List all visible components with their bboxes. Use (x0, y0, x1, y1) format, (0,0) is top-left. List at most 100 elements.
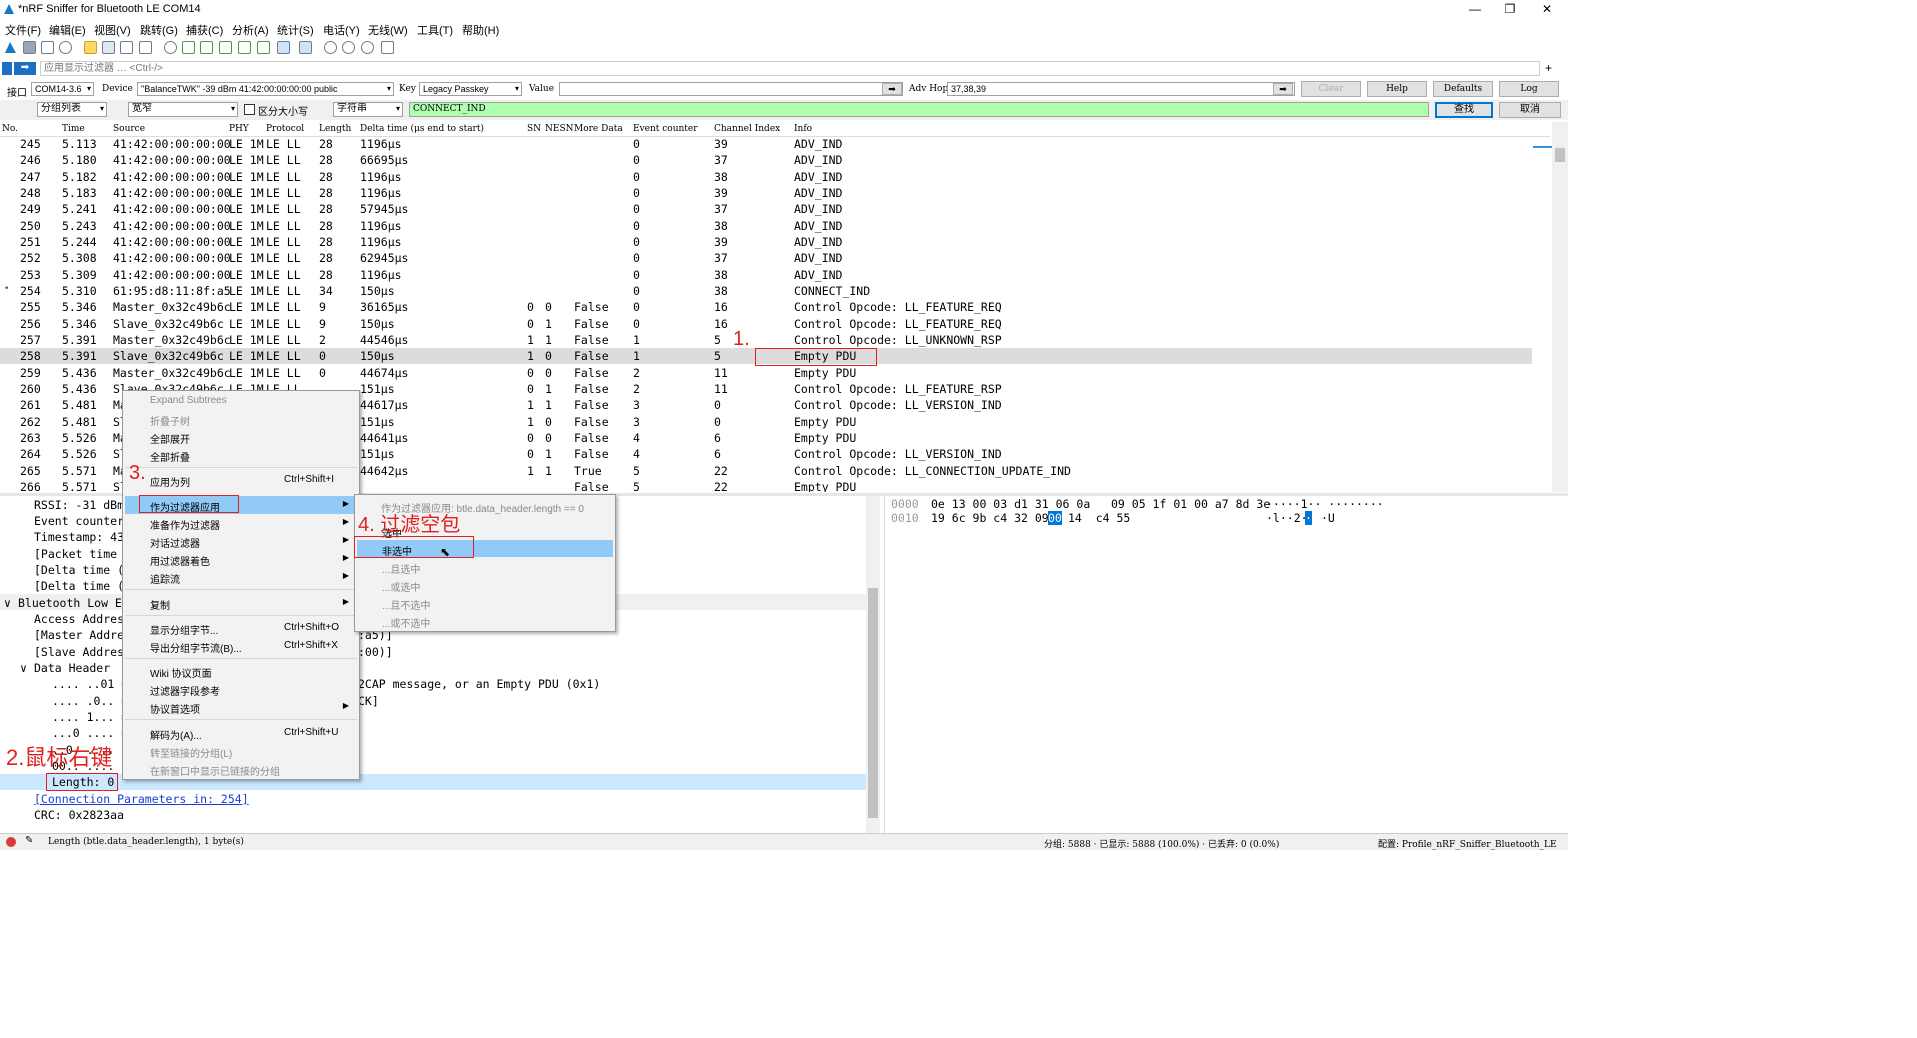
menu-expand-subtrees[interactable]: Expand Subtrees (150, 395, 227, 406)
col-no[interactable]: No. (2, 124, 18, 134)
adv-hop-apply-arrow-icon[interactable]: ➡ (1273, 83, 1293, 95)
menu-show-linked-packet-new-window[interactable]: 在新窗口中显示已链接的分组 (150, 763, 280, 778)
first-packet-icon[interactable] (238, 41, 251, 54)
menu-collapse-all[interactable]: 全部折叠 (150, 449, 190, 464)
detail-delta-end[interactable]: [Delta time ( (34, 563, 124, 577)
restart-capture-icon[interactable] (41, 41, 54, 54)
log-button[interactable]: Log (1499, 81, 1559, 97)
clear-button[interactable]: Clear (1301, 81, 1361, 97)
packet-row[interactable]: 249 5.241 41:42:00:00:00:00 LE 1M LE LL 28 579… (0, 201, 1532, 217)
adv-hop-input[interactable]: 37,38,39 (947, 82, 1295, 96)
detail-delta-start[interactable]: [Delta time (s (34, 579, 131, 593)
col-source[interactable]: Source (113, 124, 145, 134)
ble-ll-expand-icon[interactable]: ∨ (4, 596, 11, 610)
help-button[interactable]: Help (1367, 81, 1427, 97)
hex-ascii-selected[interactable]: · (1305, 511, 1312, 525)
char-width-select[interactable]: 宽窄 ▾ (128, 102, 238, 117)
detail-nesn-bits[interactable]: .... .0.. = (52, 694, 128, 708)
col-length[interactable]: Length (319, 124, 351, 134)
menu-collapse-subtrees[interactable]: 折叠子树 (150, 413, 190, 428)
detail-crc[interactable]: CRC: 0x2823aa (34, 808, 124, 822)
menu-filter-field-reference[interactable]: 过滤器字段参考 (150, 683, 220, 698)
close-file-icon[interactable] (120, 41, 133, 54)
display-filter-input[interactable] (40, 61, 1540, 76)
find-button[interactable]: 查找 (1435, 102, 1493, 118)
menu-go-to-linked-packet[interactable]: 转至链接的分组(L) (150, 745, 232, 760)
menu-prepare-as-filter[interactable]: 准备作为过滤器 (150, 517, 220, 532)
search-type-select[interactable]: 字符串 ▾ (333, 102, 403, 117)
col-more-data[interactable]: More Data (574, 124, 623, 134)
detail-llid-bits[interactable]: .... ..01 = (52, 677, 128, 691)
menu-export-packet-bytes[interactable]: 导出分组字节流(B)... (150, 640, 242, 655)
data-header-expand-icon[interactable]: ∨ (20, 661, 27, 675)
submenu-or-selected[interactable]: ...或选中 (382, 579, 420, 594)
packet-list-scroll-thumb[interactable] (1555, 148, 1565, 162)
defaults-button[interactable]: Defaults (1433, 81, 1493, 97)
case-sensitive-checkbox[interactable] (244, 104, 255, 115)
packet-row[interactable]: 252 5.308 41:42:00:00:00:00 LE 1M LE LL 28 629… (0, 250, 1532, 266)
hex-bytes-row2a[interactable]: 19 6c 9b c4 32 09 (931, 511, 1049, 525)
detail-access-address[interactable]: Access Address (34, 612, 131, 626)
menu-tools[interactable]: 工具(T) (417, 22, 453, 38)
col-time[interactable]: Time (62, 124, 85, 134)
packet-row[interactable]: 246 5.180 41:42:00:00:00:00 LE 1M LE LL 28 666… (0, 152, 1532, 168)
detail-packet-time[interactable]: [Packet time (34, 547, 117, 561)
detail-slave-address[interactable]: [Slave Addres (34, 645, 124, 659)
bookmark-icon[interactable] (2, 62, 12, 75)
detail-rssi[interactable]: RSSI: -31 dBm (34, 498, 124, 512)
col-sn[interactable]: SN (527, 124, 541, 134)
autoscroll-icon[interactable] (277, 41, 290, 54)
packet-row[interactable]: 255 5.346 Master_0x32c49b6c LE 1M LE LL 9 3616… (0, 299, 1532, 315)
search-text-input[interactable]: CONNECT_IND (409, 102, 1429, 117)
packet-row[interactable]: 250 5.243 41:42:00:00:00:00 LE 1M LE LL 28 119… (0, 218, 1532, 234)
hex-selected-byte[interactable]: 00 (1048, 511, 1062, 525)
detail-master-address[interactable]: [Master Addres (34, 628, 131, 642)
packet-row[interactable]: 248 5.183 41:42:00:00:00:00 LE 1M LE LL 28 119… (0, 185, 1532, 201)
menu-expand-all[interactable]: 全部展开 (150, 431, 190, 446)
save-file-icon[interactable] (102, 41, 115, 54)
go-to-packet-icon[interactable] (219, 41, 232, 54)
packet-row[interactable]: 257 5.391 Master_0x32c49b6c LE 1M LE LL 2 4454… (0, 332, 1532, 348)
resize-columns-icon[interactable] (381, 41, 394, 54)
menu-go[interactable]: 跳转(G) (140, 22, 178, 38)
menu-copy[interactable]: 复制 (150, 597, 170, 612)
edit-comment-icon[interactable]: ✎ (25, 835, 33, 846)
menu-edit[interactable]: 编辑(E) (49, 22, 86, 38)
menu-colorize-with-filter[interactable]: 用过滤器着色 (150, 553, 210, 568)
hex-ascii-row2b[interactable]: ·U (1321, 511, 1335, 525)
hex-bytes-row1[interactable]: 0e 13 00 03 d1 31 06 0a 09 05 1f 01 00 a… (931, 497, 1270, 511)
minimize-button[interactable]: — (1458, 0, 1492, 19)
add-filter-button[interactable]: + (1545, 61, 1552, 75)
restore-button[interactable]: ❐ (1493, 0, 1527, 19)
col-info[interactable]: Info (794, 124, 812, 134)
find-packet-icon[interactable] (164, 41, 177, 54)
detail-md-bits[interactable]: ...0 .... = (52, 726, 128, 740)
col-delta[interactable]: Delta time (μs end to start) (360, 124, 484, 134)
hex-ascii-row1[interactable]: ·····1·· ········ (1266, 497, 1384, 511)
col-nesn[interactable]: NESN (545, 124, 574, 134)
interface-select[interactable]: COM14-3.6 ▾ (31, 82, 94, 96)
menu-help[interactable]: 帮助(H) (462, 22, 499, 38)
go-forward-icon[interactable] (200, 41, 213, 54)
menu-wireless[interactable]: 无线(W) (368, 22, 408, 38)
last-packet-icon[interactable] (257, 41, 270, 54)
go-back-icon[interactable] (182, 41, 195, 54)
detail-ble-ll[interactable]: Bluetooth Low En (18, 596, 129, 610)
key-select[interactable]: Legacy Passkey ▾ (419, 82, 522, 96)
menu-telephony[interactable]: 电话(Y) (323, 22, 360, 38)
packet-row[interactable]: 256 5.346 Slave_0x32c49b6c LE 1M LE LL 9 150μs… (0, 316, 1532, 332)
packet-list-scrollbar[interactable] (1552, 122, 1568, 492)
detail-timestamp[interactable]: Timestamp: 43 (34, 530, 124, 544)
hex-bytes-row2b[interactable]: 14 c4 55 (1068, 511, 1130, 525)
packet-row[interactable]: 253 5.309 41:42:00:00:00:00 LE 1M LE LL 28 119… (0, 267, 1532, 283)
zoom-in-icon[interactable] (324, 41, 337, 54)
col-event-counter[interactable]: Event counter (633, 124, 698, 134)
menu-wiki-protocol-page[interactable]: Wiki 协议页面 (150, 665, 212, 680)
packet-row[interactable]: 247 5.182 41:42:00:00:00:00 LE 1M LE LL 28 119… (0, 169, 1532, 185)
hex-ascii-row2a[interactable]: ·l··2· (1266, 511, 1308, 525)
detail-sn-bits[interactable]: .... 1... = (52, 710, 128, 724)
details-scrollbar[interactable] (866, 496, 880, 833)
packet-row[interactable]: 251 5.244 41:42:00:00:00:00 LE 1M LE LL 28 119… (0, 234, 1532, 250)
packet-row[interactable]: 245 5.113 41:42:00:00:00:00 LE 1M LE LL 28 119… (0, 136, 1532, 152)
value-apply-arrow-icon[interactable]: ➡ (882, 83, 902, 95)
